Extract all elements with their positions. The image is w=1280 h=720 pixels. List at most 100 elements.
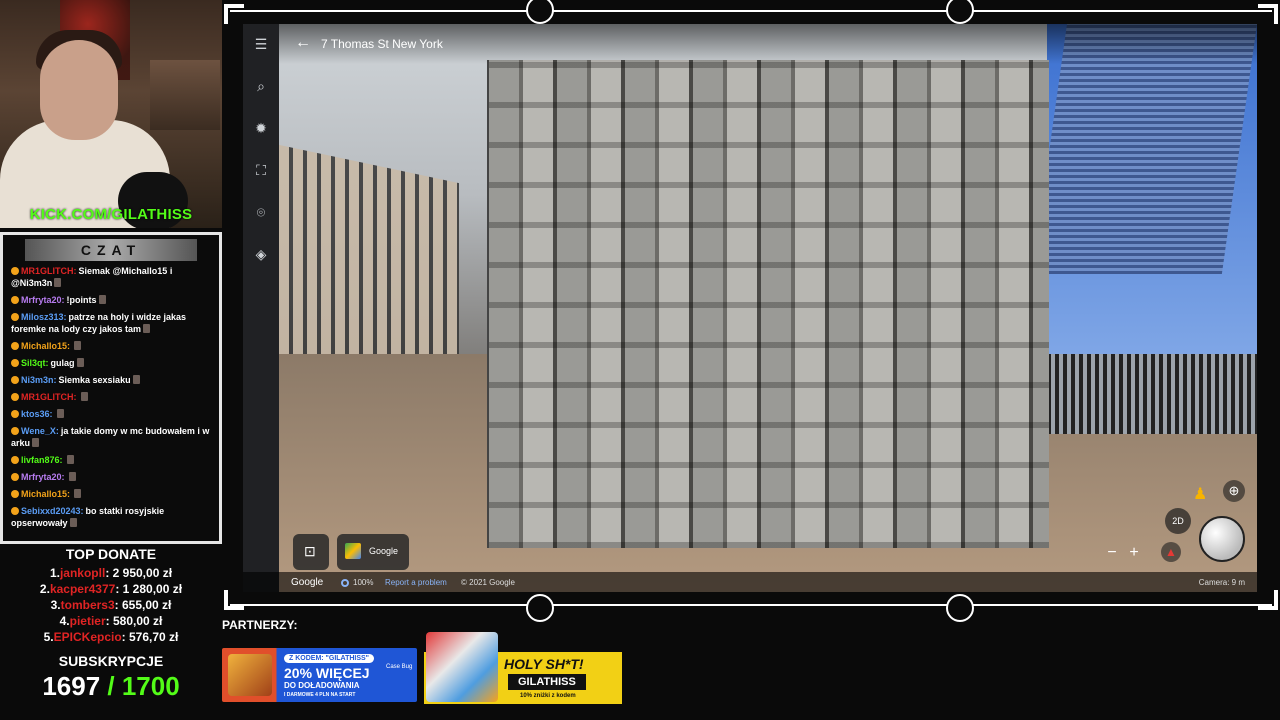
donate-rank: 1. (49, 566, 60, 580)
address-title: 7 Thomas St New York (321, 37, 443, 51)
street-view-image[interactable] (279, 24, 1257, 592)
chat-username[interactable]: ktos36: (21, 409, 53, 419)
focus-button[interactable]: ⊡ (293, 534, 329, 570)
webcam-feed: KICK.COM/GILATHISS (0, 0, 222, 228)
location-pin-icon[interactable]: ⌾ (253, 204, 269, 220)
footer-google: Google (291, 577, 324, 588)
back-arrow-icon[interactable]: ← (295, 34, 311, 52)
user-badge-icon (11, 313, 19, 321)
copyright: © 2021 Google (461, 578, 515, 587)
banner1-line1: DO DOŁADOWANIA (284, 681, 360, 690)
google-apps-button[interactable]: Google (337, 534, 409, 570)
google-maps-window: ☰ ⌕ ✹ ⛶ ⌾ ◈ ← 7 Thomas St New York ⊡ Goo… (243, 24, 1257, 592)
banner1-line2: I DARMOWE 4 PLN NA START (284, 692, 356, 698)
emote-icon (98, 295, 106, 304)
donate-amount: 2 950,00 zł (112, 566, 173, 580)
search-icon[interactable]: ⌕ (253, 78, 269, 94)
subs-current: 1697 (42, 671, 101, 701)
chat-panel: CZAT MR1GLITCH: Siemak @Michallo15 i @Ni3… (0, 232, 222, 544)
compass-icon[interactable]: ▲ (1161, 542, 1181, 562)
server-racks-image (487, 60, 1049, 548)
partner-banner-casebug[interactable]: Z KODEM: "GILATHISS" 20% WIĘCEJ DO DOŁAD… (222, 648, 417, 702)
chat-title: CZAT (25, 239, 197, 261)
chat-message: Sil3qt: gulag (11, 357, 213, 369)
user-badge-icon (11, 376, 19, 384)
chat-username[interactable]: Michallo15: (21, 489, 70, 499)
user-badge-icon (11, 267, 19, 275)
zoom-out-button[interactable]: − (1103, 544, 1121, 562)
emote-icon (32, 438, 40, 447)
partners-label: PARTNERZY: (222, 618, 298, 632)
donate-name: pietier (69, 614, 106, 628)
overlay-logo-icon (946, 594, 974, 622)
emote-icon (69, 518, 77, 527)
chat-message: Michallo15: (11, 340, 213, 352)
chat-message: Ni3m3n: Siemka sexsiaku (11, 374, 213, 386)
my-location-icon[interactable]: ⊕ (1223, 480, 1245, 502)
donate-row: 2.kacper4377: 1 280,00 zł (39, 582, 183, 596)
donate-row: 3.tombers3: 655,00 zł (50, 598, 172, 612)
user-badge-icon (11, 342, 19, 350)
chat-text: Siemka sexsiaku (58, 375, 131, 385)
subs-goal: / 1700 (107, 671, 180, 701)
donate-name: tombers3 (60, 598, 115, 612)
maps-sidebar: ☰ ⌕ ✹ ⛶ ⌾ ◈ (243, 24, 279, 592)
user-badge-icon (11, 490, 19, 498)
treasure-chest-icon (228, 654, 272, 696)
emote-icon (74, 489, 82, 498)
emote-icon (54, 278, 62, 287)
user-badge-icon (11, 456, 19, 464)
kick-url: KICK.COM/GILATHISS (29, 206, 193, 223)
chat-username[interactable]: Mrfryta20: (21, 295, 65, 305)
top-donate-title: TOP DONATE (65, 546, 157, 562)
chat-message: Mrfryta20: (11, 471, 213, 483)
donate-rank: 4. (59, 614, 70, 628)
emote-icon (66, 455, 74, 464)
fullscreen-icon[interactable]: ⛶ (253, 162, 269, 178)
chat-message: Mrfryta20: !points (11, 294, 213, 306)
partner-banner-holy[interactable]: HOLY SH*T! GILATHISS 10% zniżki z kodem (424, 632, 622, 704)
maps-footer: Google 100% Report a problem © 2021 Goog… (243, 572, 1257, 592)
chat-username[interactable]: Wene_X: (21, 426, 59, 436)
chat-message: MR1GLITCH: Siemak @Michallo15 i @Ni3m3n (11, 265, 213, 289)
settings-icon[interactable]: ✹ (253, 120, 269, 136)
globe-icon[interactable] (1199, 516, 1245, 562)
donate-row: 1.jankopll: 2 950,00 zł (49, 566, 173, 580)
donate-rank: 5. (43, 630, 54, 644)
layers-icon[interactable]: ◈ (253, 246, 269, 262)
pegman-icon[interactable]: ♟ (1193, 484, 1209, 508)
chat-username[interactable]: Michallo15: (21, 341, 70, 351)
focus-icon: ⊡ (304, 543, 316, 559)
banner1-percent: 20% WIĘCEJ (284, 665, 370, 681)
zoom-in-button[interactable]: + (1125, 544, 1143, 562)
chat-message: livfan876: (11, 454, 213, 466)
chat-message: Milosz313: patrze na holy i widze jakas f… (11, 311, 213, 335)
chat-username[interactable]: Mrfryta20: (21, 472, 65, 482)
chat-username[interactable]: Sebixxd20243: (21, 506, 84, 516)
report-problem-link[interactable]: Report a problem (385, 578, 447, 587)
chat-username[interactable]: MR1GLITCH: (21, 266, 77, 276)
banner2-headline: HOLY SH*T! (504, 656, 584, 672)
chat-username[interactable]: Milosz313: (21, 312, 67, 322)
chat-username[interactable]: MR1GLITCH: (21, 392, 77, 402)
chat-username[interactable]: Sil3qt: (21, 358, 49, 368)
donate-row: 4.pietier: 580,00 zł (59, 614, 163, 628)
google-chip-label: Google (369, 546, 399, 556)
toggle-2d-button[interactable]: 2D (1165, 508, 1191, 534)
chat-username[interactable]: Ni3m3n: (21, 375, 57, 385)
subs-title: SUBSKRYPCJE (58, 653, 164, 669)
maps-logo-icon (345, 543, 361, 559)
top-donate-list: 1.jankopll: 2 950,00 zł 2.kacper4377: 1 2… (0, 565, 222, 645)
donate-amount: 655,00 zł (122, 598, 172, 612)
donate-amount: 576,70 zł (129, 630, 179, 644)
zoom-level: 100% (341, 578, 373, 587)
user-badge-icon (11, 410, 19, 418)
chat-username[interactable]: livfan876: (21, 455, 63, 465)
emote-icon (76, 358, 84, 367)
user-badge-icon (11, 427, 19, 435)
user-badge-icon (11, 296, 19, 304)
gameplay-frame: ☰ ⌕ ✹ ⛶ ⌾ ◈ ← 7 Thomas St New York ⊡ Goo… (222, 0, 1280, 622)
user-badge-icon (11, 473, 19, 481)
chat-messages: MR1GLITCH: Siemak @Michallo15 i @Ni3m3n Mr… (3, 261, 219, 529)
menu-icon[interactable]: ☰ (253, 36, 269, 52)
